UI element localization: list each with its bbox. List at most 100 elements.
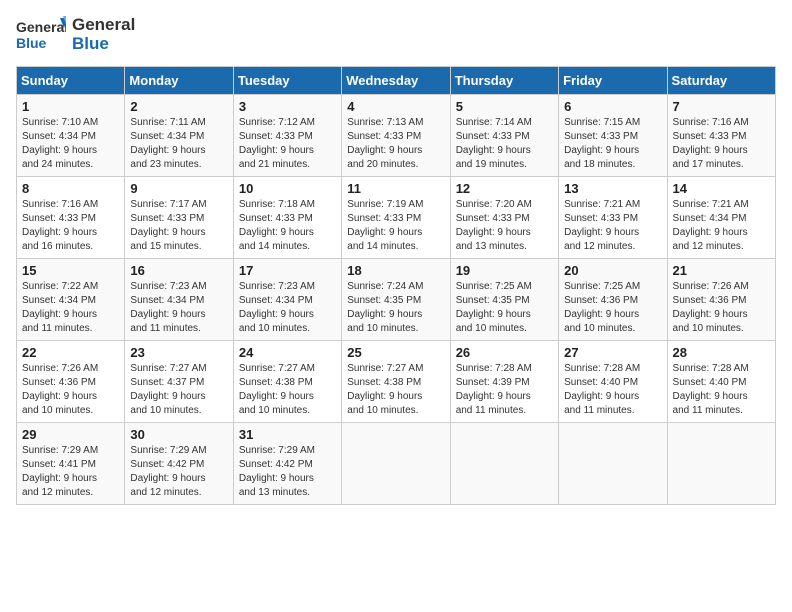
calendar-cell: 7Sunrise: 7:16 AM Sunset: 4:33 PM Daylig… bbox=[667, 95, 775, 177]
day-number: 1 bbox=[22, 99, 119, 114]
day-number: 4 bbox=[347, 99, 444, 114]
day-number: 27 bbox=[564, 345, 661, 360]
week-row-4: 22Sunrise: 7:26 AM Sunset: 4:36 PM Dayli… bbox=[17, 341, 776, 423]
calendar-cell: 29 Sunrise: 7:29 AM Sunset: 4:41 PM Dayli… bbox=[17, 423, 125, 505]
day-info: Sunrise: 7:25 AM Sunset: 4:35 PM Dayligh… bbox=[456, 280, 553, 336]
day-info: Sunrise: 7:25 AM Sunset: 4:36 PM Dayligh… bbox=[564, 280, 661, 336]
day-number: 8 bbox=[22, 181, 119, 196]
day-number: 19 bbox=[456, 263, 553, 278]
week-row-2: 8 Sunrise: 7:16 AM Sunset: 4:33 PM Daylig… bbox=[17, 177, 776, 259]
day-header-saturday: Saturday bbox=[667, 67, 775, 95]
day-info: Sunrise: 7:29 AM Sunset: 4:41 PM Dayligh… bbox=[22, 444, 119, 500]
calendar-cell: 22Sunrise: 7:26 AM Sunset: 4:36 PM Dayli… bbox=[17, 341, 125, 423]
calendar-cell: 6 Sunrise: 7:15 AM Sunset: 4:33 PM Daylig… bbox=[559, 95, 667, 177]
day-header-monday: Monday bbox=[125, 67, 233, 95]
calendar-cell: 30Sunrise: 7:29 AM Sunset: 4:42 PM Dayli… bbox=[125, 423, 233, 505]
day-info: Sunrise: 7:20 AM Sunset: 4:33 PM Dayligh… bbox=[456, 198, 553, 254]
day-info: Sunrise: 7:16 AM Sunset: 4:33 PM Dayligh… bbox=[22, 198, 119, 254]
day-number: 10 bbox=[239, 181, 336, 196]
day-info: Sunrise: 7:12 AM Sunset: 4:33 PM Dayligh… bbox=[239, 116, 336, 172]
logo-icon: General Blue bbox=[16, 16, 66, 54]
calendar-cell: 8 Sunrise: 7:16 AM Sunset: 4:33 PM Daylig… bbox=[17, 177, 125, 259]
day-header-tuesday: Tuesday bbox=[233, 67, 341, 95]
calendar-cell: 21Sunrise: 7:26 AM Sunset: 4:36 PM Dayli… bbox=[667, 259, 775, 341]
day-info: Sunrise: 7:28 AM Sunset: 4:40 PM Dayligh… bbox=[673, 362, 770, 418]
day-number: 14 bbox=[673, 181, 770, 196]
day-info: Sunrise: 7:18 AM Sunset: 4:33 PM Dayligh… bbox=[239, 198, 336, 254]
calendar-cell: 14 Sunrise: 7:21 AM Sunset: 4:34 PM Dayli… bbox=[667, 177, 775, 259]
day-info: Sunrise: 7:22 AM Sunset: 4:34 PM Dayligh… bbox=[22, 280, 119, 336]
day-number: 18 bbox=[347, 263, 444, 278]
calendar-cell: 1 Sunrise: 7:10 AM Sunset: 4:34 PM Daylig… bbox=[17, 95, 125, 177]
calendar-cell: 24Sunrise: 7:27 AM Sunset: 4:38 PM Dayli… bbox=[233, 341, 341, 423]
day-number: 16 bbox=[130, 263, 227, 278]
day-info: Sunrise: 7:13 AM Sunset: 4:33 PM Dayligh… bbox=[347, 116, 444, 172]
calendar-cell bbox=[667, 423, 775, 505]
svg-text:Blue: Blue bbox=[16, 35, 47, 51]
calendar-cell: 2 Sunrise: 7:11 AM Sunset: 4:34 PM Daylig… bbox=[125, 95, 233, 177]
logo-general-text: General bbox=[72, 16, 135, 35]
day-header-wednesday: Wednesday bbox=[342, 67, 450, 95]
calendar-cell: 28 Sunrise: 7:28 AM Sunset: 4:40 PM Dayli… bbox=[667, 341, 775, 423]
day-info: Sunrise: 7:21 AM Sunset: 4:34 PM Dayligh… bbox=[673, 198, 770, 254]
calendar-cell: 15 Sunrise: 7:22 AM Sunset: 4:34 PM Dayli… bbox=[17, 259, 125, 341]
day-info: Sunrise: 7:28 AM Sunset: 4:40 PM Dayligh… bbox=[564, 362, 661, 418]
calendar-cell: 20 Sunrise: 7:25 AM Sunset: 4:36 PM Dayli… bbox=[559, 259, 667, 341]
day-number: 2 bbox=[130, 99, 227, 114]
day-number: 26 bbox=[456, 345, 553, 360]
calendar-cell: 26Sunrise: 7:28 AM Sunset: 4:39 PM Dayli… bbox=[450, 341, 558, 423]
calendar-cell bbox=[559, 423, 667, 505]
day-info: Sunrise: 7:14 AM Sunset: 4:33 PM Dayligh… bbox=[456, 116, 553, 172]
day-number: 11 bbox=[347, 181, 444, 196]
day-number: 30 bbox=[130, 427, 227, 442]
logo-blue-text: Blue bbox=[72, 35, 135, 54]
day-info: Sunrise: 7:23 AM Sunset: 4:34 PM Dayligh… bbox=[239, 280, 336, 336]
day-info: Sunrise: 7:10 AM Sunset: 4:34 PM Dayligh… bbox=[22, 116, 119, 172]
day-info: Sunrise: 7:17 AM Sunset: 4:33 PM Dayligh… bbox=[130, 198, 227, 254]
day-info: Sunrise: 7:24 AM Sunset: 4:35 PM Dayligh… bbox=[347, 280, 444, 336]
day-number: 25 bbox=[347, 345, 444, 360]
day-header-thursday: Thursday bbox=[450, 67, 558, 95]
logo: General Blue General Blue bbox=[16, 16, 135, 54]
day-number: 29 bbox=[22, 427, 119, 442]
day-number: 15 bbox=[22, 263, 119, 278]
calendar-cell: 27 Sunrise: 7:28 AM Sunset: 4:40 PM Dayli… bbox=[559, 341, 667, 423]
day-info: Sunrise: 7:23 AM Sunset: 4:34 PM Dayligh… bbox=[130, 280, 227, 336]
calendar-cell: 16 Sunrise: 7:23 AM Sunset: 4:34 PM Dayli… bbox=[125, 259, 233, 341]
day-header-friday: Friday bbox=[559, 67, 667, 95]
calendar-cell bbox=[450, 423, 558, 505]
day-number: 12 bbox=[456, 181, 553, 196]
day-info: Sunrise: 7:26 AM Sunset: 4:36 PM Dayligh… bbox=[22, 362, 119, 418]
page-header: General Blue General Blue bbox=[16, 16, 776, 54]
calendar-header-row: SundayMondayTuesdayWednesdayThursdayFrid… bbox=[17, 67, 776, 95]
day-info: Sunrise: 7:29 AM Sunset: 4:42 PM Dayligh… bbox=[239, 444, 336, 500]
day-number: 20 bbox=[564, 263, 661, 278]
day-number: 3 bbox=[239, 99, 336, 114]
day-number: 9 bbox=[130, 181, 227, 196]
day-number: 13 bbox=[564, 181, 661, 196]
calendar-cell: 31 Sunrise: 7:29 AM Sunset: 4:42 PM Dayli… bbox=[233, 423, 341, 505]
calendar-table: SundayMondayTuesdayWednesdayThursdayFrid… bbox=[16, 66, 776, 505]
day-number: 23 bbox=[130, 345, 227, 360]
week-row-3: 15 Sunrise: 7:22 AM Sunset: 4:34 PM Dayli… bbox=[17, 259, 776, 341]
calendar-cell: 3 Sunrise: 7:12 AM Sunset: 4:33 PM Daylig… bbox=[233, 95, 341, 177]
day-info: Sunrise: 7:15 AM Sunset: 4:33 PM Dayligh… bbox=[564, 116, 661, 172]
calendar-cell: 9 Sunrise: 7:17 AM Sunset: 4:33 PM Daylig… bbox=[125, 177, 233, 259]
calendar-cell: 18 Sunrise: 7:24 AM Sunset: 4:35 PM Dayli… bbox=[342, 259, 450, 341]
day-info: Sunrise: 7:19 AM Sunset: 4:33 PM Dayligh… bbox=[347, 198, 444, 254]
day-number: 31 bbox=[239, 427, 336, 442]
calendar-cell: 19 Sunrise: 7:25 AM Sunset: 4:35 PM Dayli… bbox=[450, 259, 558, 341]
day-info: Sunrise: 7:26 AM Sunset: 4:36 PM Dayligh… bbox=[673, 280, 770, 336]
week-row-1: 1 Sunrise: 7:10 AM Sunset: 4:34 PM Daylig… bbox=[17, 95, 776, 177]
calendar-cell: 4 Sunrise: 7:13 AM Sunset: 4:33 PM Daylig… bbox=[342, 95, 450, 177]
day-number: 5 bbox=[456, 99, 553, 114]
day-info: Sunrise: 7:27 AM Sunset: 4:38 PM Dayligh… bbox=[347, 362, 444, 418]
day-number: 6 bbox=[564, 99, 661, 114]
day-number: 28 bbox=[673, 345, 770, 360]
calendar-cell: 23Sunrise: 7:27 AM Sunset: 4:37 PM Dayli… bbox=[125, 341, 233, 423]
svg-text:General: General bbox=[16, 19, 66, 35]
day-info: Sunrise: 7:16 AM Sunset: 4:33 PM Dayligh… bbox=[673, 116, 770, 172]
day-info: Sunrise: 7:11 AM Sunset: 4:34 PM Dayligh… bbox=[130, 116, 227, 172]
calendar-cell: 25 Sunrise: 7:27 AM Sunset: 4:38 PM Dayli… bbox=[342, 341, 450, 423]
calendar-cell: 17Sunrise: 7:23 AM Sunset: 4:34 PM Dayli… bbox=[233, 259, 341, 341]
